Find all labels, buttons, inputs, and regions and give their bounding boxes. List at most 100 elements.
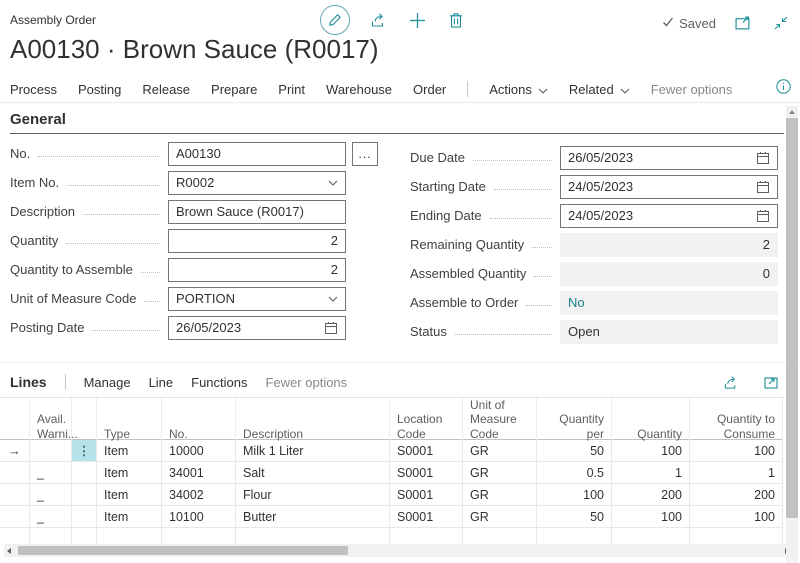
calendar-icon[interactable] — [756, 180, 770, 194]
cell-unit-of-measure-code[interactable]: GR — [463, 462, 537, 483]
cell-quantity[interactable]: 200 — [612, 484, 690, 505]
row-menu-icon[interactable] — [72, 462, 97, 483]
open-in-new-window-icon[interactable] — [732, 12, 754, 34]
vertical-scrollbar[interactable] — [786, 106, 798, 563]
menu-release[interactable]: Release — [142, 82, 190, 97]
no-input[interactable]: A00130 — [168, 142, 346, 166]
horizontal-scrollbar-thumb[interactable] — [18, 546, 348, 555]
lines-menu-manage[interactable]: Manage — [84, 375, 131, 390]
due-date-input[interactable]: 26/05/2023 — [560, 146, 778, 170]
delete-icon[interactable] — [445, 9, 467, 31]
menu-print[interactable]: Print — [278, 82, 305, 97]
cell-type[interactable]: Item — [97, 506, 162, 527]
starting-date-input[interactable]: 24/05/2023 — [560, 175, 778, 199]
unit-of-measure-input[interactable]: PORTION — [168, 287, 346, 311]
row-menu-icon[interactable]: ⋮ — [72, 440, 97, 461]
cell-description[interactable]: Milk 1 Liter — [236, 440, 390, 461]
cell-quantity[interactable]: 100 — [612, 440, 690, 461]
general-section-heading[interactable]: General — [10, 111, 66, 128]
cell-location-code[interactable]: S0001 — [390, 506, 463, 527]
scroll-left-icon[interactable] — [7, 548, 11, 554]
description-input[interactable]: Brown Sauce (R0017) — [168, 200, 346, 224]
menu-actions[interactable]: Actions — [489, 82, 548, 97]
collapse-icon[interactable] — [770, 12, 792, 34]
cell-quantity-per[interactable]: 50 — [537, 440, 612, 461]
lines-menu-functions[interactable]: Functions — [191, 375, 247, 390]
lines-fewer-options-button[interactable]: Fewer options — [266, 375, 348, 390]
posting-date-input[interactable]: 26/05/2023 — [168, 316, 346, 340]
row-menu-icon[interactable] — [72, 506, 97, 527]
field-description: Description Brown Sauce (R0017) — [10, 197, 404, 226]
open-in-new-icon[interactable] — [760, 371, 782, 393]
edit-icon[interactable] — [320, 5, 350, 35]
table-row[interactable]: → ⋮ Item 10000 Milk 1 Liter S0001 GR 50 … — [0, 440, 783, 462]
cell-type[interactable]: Item — [97, 462, 162, 483]
col-location-code[interactable]: Location Code — [390, 398, 463, 446]
menu-related[interactable]: Related — [569, 82, 630, 97]
calendar-icon[interactable] — [324, 321, 338, 335]
fewer-options-button[interactable]: Fewer options — [651, 82, 733, 97]
cell-quantity-per[interactable]: 0.5 — [537, 462, 612, 483]
assemble-to-order-value[interactable]: No — [560, 291, 778, 315]
col-quantity-to-consume[interactable]: Quantity to Consume — [690, 398, 783, 446]
col-no[interactable]: No. — [162, 398, 236, 446]
vertical-scrollbar-thumb[interactable] — [786, 118, 798, 518]
cell-type[interactable]: Item — [97, 484, 162, 505]
cell-quantity-to-consume[interactable]: 1 — [690, 462, 783, 483]
item-no-input[interactable]: R0002 — [168, 171, 346, 195]
no-assist-button[interactable]: ... — [352, 142, 378, 166]
ending-date-input[interactable]: 24/05/2023 — [560, 204, 778, 228]
field-quantity-to-assemble: Quantity to Assemble 2 — [10, 255, 404, 284]
cell-quantity-to-consume[interactable]: 100 — [690, 506, 783, 527]
col-unit-of-measure-code[interactable]: Unit of Measure Code — [463, 398, 537, 446]
cell-unit-of-measure-code[interactable]: GR — [463, 484, 537, 505]
cell-location-code[interactable]: S0001 — [390, 462, 463, 483]
share-icon[interactable] — [367, 9, 389, 31]
row-menu-icon[interactable] — [72, 484, 97, 505]
col-description[interactable]: Description — [236, 398, 390, 446]
chevron-down-icon[interactable] — [328, 296, 338, 302]
calendar-icon[interactable] — [756, 151, 770, 165]
cell-type[interactable]: Item — [97, 440, 162, 461]
info-icon[interactable] — [776, 79, 791, 97]
cell-no[interactable]: 10000 — [162, 440, 236, 461]
cell-quantity[interactable]: 100 — [612, 506, 690, 527]
menu-order[interactable]: Order — [413, 82, 446, 97]
cell-description[interactable]: Butter — [236, 506, 390, 527]
scroll-up-icon[interactable] — [789, 110, 795, 114]
add-icon[interactable] — [406, 9, 428, 31]
menu-posting[interactable]: Posting — [78, 82, 121, 97]
quantity-input[interactable]: 2 — [168, 229, 346, 253]
lines-menu-line[interactable]: Line — [149, 375, 174, 390]
cell-quantity[interactable]: 1 — [612, 462, 690, 483]
horizontal-scrollbar[interactable] — [4, 544, 792, 557]
cell-no[interactable]: 34002 — [162, 484, 236, 505]
col-type[interactable]: Type — [97, 398, 162, 446]
quantity-to-assemble-input[interactable]: 2 — [168, 258, 346, 282]
cell-unit-of-measure-code[interactable]: GR — [463, 506, 537, 527]
col-avail-warning[interactable]: Avail. Warni... — [30, 398, 72, 446]
menu-process[interactable]: Process — [10, 82, 57, 97]
cell-no[interactable]: 34001 — [162, 462, 236, 483]
menu-warehouse[interactable]: Warehouse — [326, 82, 392, 97]
cell-no[interactable]: 10100 — [162, 506, 236, 527]
col-quantity-per[interactable]: Quantity per — [537, 398, 612, 446]
cell-quantity-to-consume[interactable]: 100 — [690, 440, 783, 461]
cell-description[interactable]: Salt — [236, 462, 390, 483]
table-row[interactable]: _ Item 34001 Salt S0001 GR 0.5 1 1 — [0, 462, 783, 484]
col-quantity[interactable]: Quantity — [612, 398, 690, 446]
cell-quantity-per[interactable]: 100 — [537, 484, 612, 505]
table-row[interactable]: _ Item 10100 Butter S0001 GR 50 100 100 — [0, 506, 783, 528]
cell-description[interactable]: Flour — [236, 484, 390, 505]
cell-quantity-to-consume[interactable]: 200 — [690, 484, 783, 505]
cell-location-code[interactable]: S0001 — [390, 484, 463, 505]
share-icon[interactable] — [720, 371, 742, 393]
cell-quantity-per[interactable]: 50 — [537, 506, 612, 527]
menu-prepare[interactable]: Prepare — [211, 82, 257, 97]
calendar-icon[interactable] — [756, 209, 770, 223]
chevron-down-icon[interactable] — [328, 180, 338, 186]
cell-location-code[interactable]: S0001 — [390, 440, 463, 461]
cell-unit-of-measure-code[interactable]: GR — [463, 440, 537, 461]
table-row[interactable]: _ Item 34002 Flour S0001 GR 100 200 200 — [0, 484, 783, 506]
lines-section-heading[interactable]: Lines — [10, 374, 47, 390]
